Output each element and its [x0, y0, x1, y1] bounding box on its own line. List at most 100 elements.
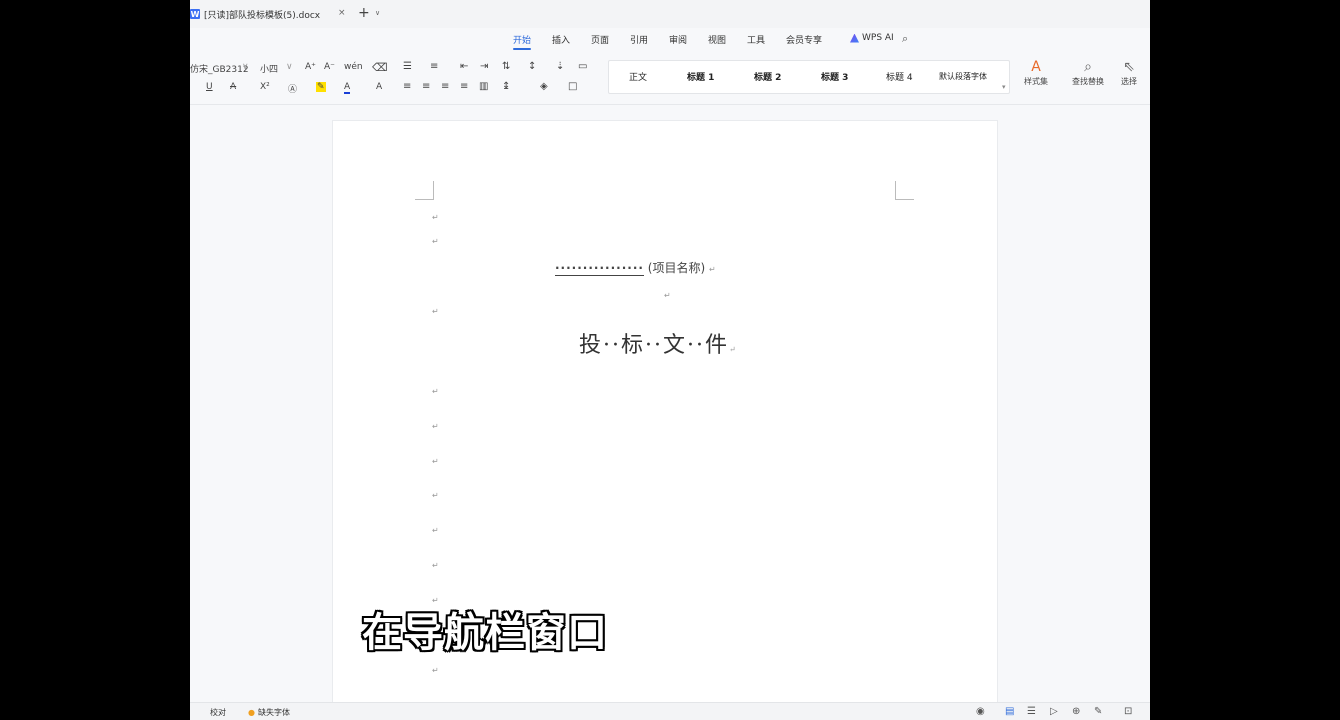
font-color-icon[interactable]: A: [344, 82, 351, 94]
menu-tab-review[interactable]: 审阅: [669, 33, 687, 46]
style-set-button[interactable]: A 样式集: [1014, 58, 1058, 87]
missing-font-label: 缺失字体: [257, 708, 290, 717]
close-tab-icon[interactable]: ×: [338, 8, 346, 18]
sort-icon[interactable]: ⇣: [556, 61, 564, 72]
wps-writer-icon: W: [190, 9, 200, 19]
style-normal[interactable]: 正文: [629, 70, 647, 83]
menu-tab-member[interactable]: 会员专享: [786, 33, 822, 46]
play-icon[interactable]: ▷: [1050, 706, 1058, 717]
globe-icon[interactable]: ⊕: [1072, 706, 1080, 717]
text-direction-icon[interactable]: ⇅: [502, 61, 510, 72]
eye-icon[interactable]: ◉: [976, 706, 985, 717]
margin-corner-mark: [895, 181, 914, 200]
new-tab-icon[interactable]: +: [358, 5, 370, 21]
select-button[interactable]: ⇖ 选择: [1110, 58, 1148, 87]
project-name-blank: ················: [555, 261, 644, 276]
project-name-label: (项目名称): [647, 261, 706, 275]
border-icon[interactable]: □: [568, 81, 577, 92]
font-name-select[interactable]: 仿宋_GB2312: [190, 62, 249, 75]
document-tab[interactable]: W [只读]部队投标模板(5).docx: [190, 4, 350, 24]
missing-font-button[interactable]: ● 缺失字体: [248, 707, 290, 718]
superscript-icon[interactable]: X²: [260, 82, 270, 92]
search-icon[interactable]: ⌕: [902, 32, 908, 46]
wps-ai-button[interactable]: WPS AI: [850, 33, 894, 43]
ribbon-toolbar: 仿宋_GB2312 ∨ 小四 ∨ A⁺ A⁻ wén ⌫ ☰ ≡ ⇤ ⇥ ⇅ ↕…: [190, 50, 1150, 105]
style-gallery: 正文 标题 1 标题 2 标题 3 标题 4 默认段落字体: [608, 60, 1010, 94]
text-effect-icon[interactable]: Ⓐ: [288, 82, 297, 95]
strikethrough-icon[interactable]: A: [230, 82, 236, 92]
align-center-icon[interactable]: ≡: [422, 81, 430, 92]
style-set-label: 样式集: [1024, 77, 1048, 86]
chevron-down-icon[interactable]: ∨: [375, 9, 380, 17]
proofread-button[interactable]: 校对: [210, 707, 226, 718]
underline-icon[interactable]: U: [206, 82, 213, 92]
font-size-decrease-button[interactable]: A⁻: [324, 62, 335, 72]
paragraph-mark: ↵: [432, 457, 439, 466]
paragraph-mark: ↵: [432, 213, 439, 222]
decrease-indent-icon[interactable]: ⇤: [460, 61, 468, 72]
align-justify-icon[interactable]: ≡: [460, 81, 468, 92]
align-right-icon[interactable]: ≡: [441, 81, 449, 92]
menu-tab-tools[interactable]: 工具: [747, 33, 765, 46]
style-set-icon: A: [1031, 59, 1041, 75]
menu-tab-insert[interactable]: 插入: [552, 33, 570, 46]
style-heading-3[interactable]: 标题 3: [821, 70, 848, 83]
status-bar: 校对 ● 缺失字体 ◉ ▤ ☰ ▷ ⊕ ✎ ⊡: [190, 702, 1150, 720]
document-title: 投··标··文··件↵: [579, 327, 738, 359]
distributed-align-icon[interactable]: ▥: [479, 81, 488, 92]
font-size-increase-button[interactable]: A⁺: [305, 62, 316, 72]
menu-tab-page[interactable]: 页面: [591, 33, 609, 46]
style-heading-1[interactable]: 标题 1: [687, 70, 714, 83]
eraser-icon[interactable]: ⌫: [372, 61, 388, 74]
wps-writer-window: W [只读]部队投标模板(5).docx × + ∨ 开始 插入 页面 引用 审…: [190, 0, 1150, 720]
numbered-list-icon[interactable]: ≡: [430, 61, 438, 72]
paragraph-mark: ↵: [432, 237, 439, 246]
margin-corner-mark: [415, 181, 434, 200]
title-bar: W [只读]部队投标模板(5).docx × + ∨: [190, 0, 1150, 28]
document-tab-title: [只读]部队投标模板(5).docx: [204, 10, 321, 21]
document-title-text: 投··标··文··件: [579, 333, 729, 358]
increase-indent-icon[interactable]: ⇥: [480, 61, 488, 72]
paragraph-mark: ↵: [432, 387, 439, 396]
menu-tab-home[interactable]: 开始: [513, 33, 532, 50]
paragraph-mark: ↵: [432, 491, 439, 500]
select-label: 选择: [1121, 77, 1137, 86]
paragraph-mark: ↵: [708, 265, 716, 274]
find-replace-label: 查找替换: [1072, 77, 1104, 86]
find-replace-button[interactable]: ⌕ 查找替换: [1066, 58, 1110, 87]
align-left-icon[interactable]: ≡: [403, 81, 411, 92]
fit-screen-icon[interactable]: ⊡: [1124, 706, 1132, 717]
chevron-down-icon[interactable]: ∨: [286, 62, 293, 72]
outline-view-icon[interactable]: ☰: [1027, 706, 1036, 717]
font-size-select[interactable]: 小四: [260, 62, 278, 75]
chevron-down-icon[interactable]: ∨: [242, 62, 249, 72]
paragraph-mark: ↵: [664, 291, 671, 300]
paragraph-spacing-icon[interactable]: ↨: [502, 81, 510, 92]
show-marks-icon[interactable]: ▭: [578, 61, 587, 72]
paragraph-mark: ↵: [432, 307, 439, 316]
pen-icon[interactable]: ✎: [1094, 706, 1102, 717]
paragraph-mark: ↵: [728, 345, 738, 354]
menu-bar: 开始 插入 页面 引用 审阅 视图 工具 会员专享 WPS AI ⌕: [190, 28, 1150, 50]
char-shading-icon[interactable]: A: [376, 82, 382, 92]
style-heading-2[interactable]: 标题 2: [754, 70, 781, 83]
phonetic-guide-button[interactable]: wén: [344, 62, 363, 72]
document-area[interactable]: ↵ ↵ ················ (项目名称) ↵ ↵ ↵ 投··标··…: [190, 105, 1150, 720]
menu-tab-references[interactable]: 引用: [630, 33, 648, 46]
paragraph-mark: ↵: [432, 526, 439, 535]
page-view-icon[interactable]: ▤: [1005, 706, 1014, 717]
search-icon: ⌕: [1084, 59, 1092, 75]
menu-tab-view[interactable]: 视图: [708, 33, 726, 46]
wps-ai-icon: [850, 33, 859, 43]
video-subtitle: 在导航栏窗口: [362, 610, 608, 656]
wps-ai-label: WPS AI: [862, 33, 894, 43]
paragraph-mark: ↵: [432, 666, 439, 675]
style-heading-4[interactable]: 标题 4: [886, 70, 913, 83]
line-spacing-icon[interactable]: ↕: [528, 61, 536, 72]
highlight-icon[interactable]: ✎: [316, 82, 326, 92]
style-default-paragraph-font[interactable]: 默认段落字体: [939, 71, 987, 82]
bullet-list-icon[interactable]: ☰: [403, 61, 412, 72]
shading-icon[interactable]: ◈: [540, 81, 548, 92]
chevron-down-icon[interactable]: ▾: [1002, 83, 1006, 91]
warning-icon: ●: [248, 708, 255, 717]
